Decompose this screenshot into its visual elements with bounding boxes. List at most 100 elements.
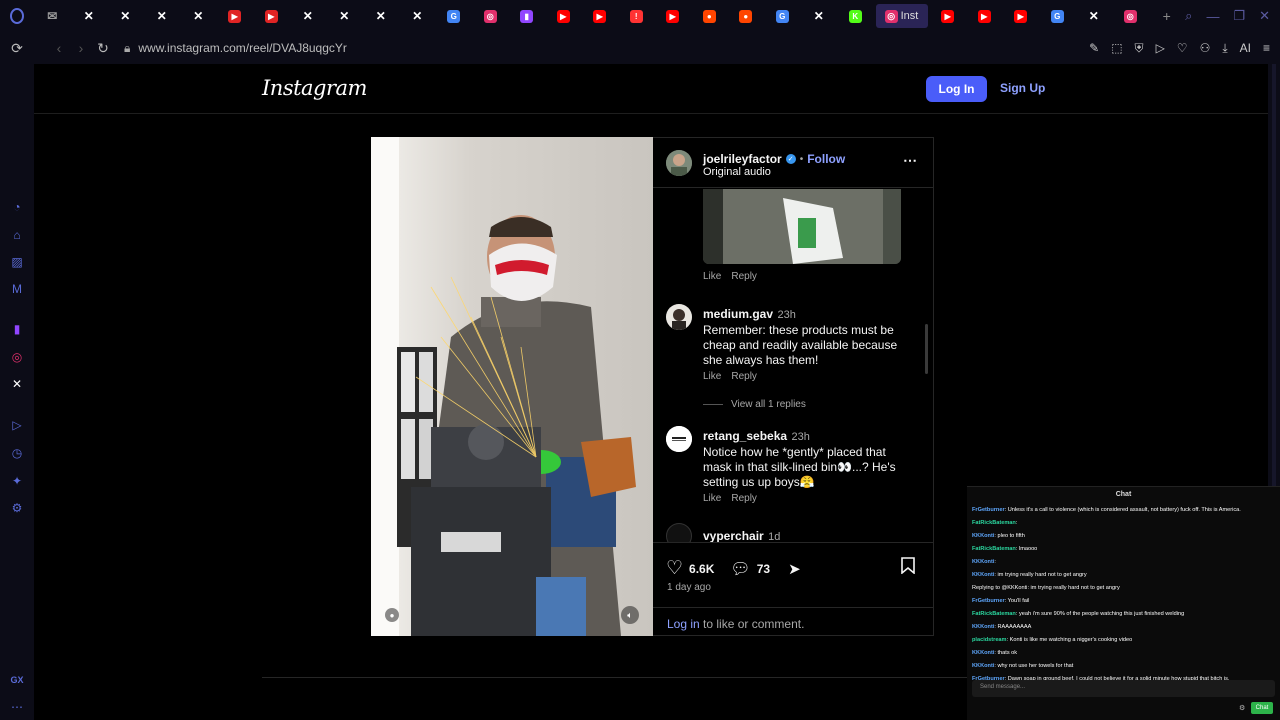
reply-comment-link[interactable]: Reply (731, 271, 757, 282)
volume-icon[interactable]: 🔈︎ (621, 606, 639, 624)
sync-icon[interactable]: ⟳ (6, 40, 28, 57)
gx-corner-icon[interactable]: ◔ (8, 198, 26, 216)
tab-b-2[interactable]: ▶ (1003, 0, 1040, 32)
search-tabs-icon[interactable]: ⌕ (1185, 8, 1192, 24)
settings-icon[interactable]: ⚙ (8, 499, 26, 517)
tab-b-5[interactable]: ◎ (1112, 0, 1149, 32)
comment-media[interactable] (703, 189, 901, 264)
reel-video[interactable]: ● 🔈︎ (371, 137, 653, 636)
play-icon[interactable]: ▷ (1156, 41, 1165, 55)
tab-b-4[interactable]: ✕ (1076, 0, 1113, 32)
chat-username[interactable]: KKKonti (972, 663, 994, 669)
maximize-icon[interactable]: ❐ (1233, 8, 1245, 24)
chat-username[interactable]: FatRickBateman (972, 611, 1016, 617)
save-icon[interactable] (901, 557, 915, 579)
account-icon[interactable]: ⚇ (1200, 41, 1211, 55)
user-tag-icon[interactable]: ● (385, 608, 399, 622)
extensions-icon[interactable]: ✦ (8, 472, 26, 490)
commenter-avatar[interactable] (666, 523, 692, 542)
follow-button[interactable]: Follow (807, 152, 845, 166)
chat-username[interactable]: KKKonti (972, 572, 994, 578)
tab-a-14[interactable]: ▶ (545, 0, 582, 32)
comment-username[interactable]: medium.gav (703, 307, 773, 321)
chat-settings-icon[interactable]: ⚙ (1239, 704, 1245, 712)
comment-username[interactable]: retang_sebeka (703, 429, 787, 443)
chat-username[interactable]: FrGetburner (972, 507, 1005, 513)
menu-icon[interactable]: ≡ (1263, 41, 1270, 55)
gx-label[interactable]: GX (8, 671, 26, 689)
commenter-avatar[interactable] (666, 426, 692, 452)
chat-username[interactable]: KKKonti (972, 650, 994, 656)
instagram-logo[interactable]: Instagram (262, 76, 367, 100)
tab-a-10[interactable]: ✕ (399, 0, 436, 32)
reply-comment-link[interactable]: Reply (731, 371, 757, 382)
view-replies-button[interactable]: View all 1 replies (703, 399, 806, 410)
author-avatar[interactable] (666, 150, 692, 176)
tab-a-13[interactable]: ▮ (509, 0, 546, 32)
like-comment-link[interactable]: Like (703, 271, 721, 282)
tab-a-18[interactable]: ● (691, 0, 728, 32)
tab-a-16[interactable]: ! (618, 0, 655, 32)
tab-a-19[interactable]: ● (728, 0, 765, 32)
reload-button[interactable]: ↻ (92, 40, 114, 57)
tab-a-0[interactable]: ✉ (34, 0, 71, 32)
comment-username[interactable]: vyperchair (703, 529, 764, 542)
signup-link[interactable]: Sign Up (1000, 81, 1045, 95)
tab-b-0[interactable]: ▶ (930, 0, 967, 32)
close-icon[interactable]: ✕ (1259, 8, 1270, 24)
tab-a-3[interactable]: ✕ (144, 0, 181, 32)
x-icon[interactable]: ✕ (8, 375, 26, 393)
reply-comment-link[interactable]: Reply (731, 493, 757, 504)
chat-username[interactable]: FatRickBateman (972, 520, 1016, 526)
pin-icon[interactable]: ✎ (1089, 41, 1099, 55)
chat-username[interactable]: KKKonti (972, 624, 994, 630)
chat-username[interactable]: KKKonti (972, 533, 994, 539)
mail-icon[interactable]: M (8, 280, 26, 298)
player-icon[interactable]: ▷ (8, 416, 26, 434)
chat-username[interactable]: KKKonti (972, 559, 994, 565)
history-icon[interactable]: ◷ (8, 444, 26, 462)
chat-send-button[interactable]: Chat (1251, 702, 1273, 714)
like-comment-link[interactable]: Like (703, 493, 721, 504)
tab-a-11[interactable]: G (436, 0, 473, 32)
tab-instagram-active[interactable]: ◎ Inst (875, 4, 928, 28)
like-icon[interactable]: ♡ (666, 557, 683, 580)
tab-a-9[interactable]: ✕ (363, 0, 400, 32)
tab-a-15[interactable]: ▶ (582, 0, 619, 32)
tab-a-8[interactable]: ✕ (326, 0, 363, 32)
new-tab-button[interactable]: + (1149, 0, 1186, 32)
opera-gx-logo-icon[interactable] (0, 0, 34, 32)
more-options-icon[interactable]: ⋯ (903, 152, 917, 169)
chat-username[interactable]: FrGetburner (972, 598, 1005, 604)
tab-a-1[interactable]: ✕ (71, 0, 108, 32)
back-button[interactable]: ‹ (48, 40, 70, 56)
tab-a-12[interactable]: ◎ (472, 0, 509, 32)
login-to-comment-link[interactable]: Log in (667, 617, 700, 631)
tab-a-5[interactable]: ▶ (217, 0, 254, 32)
original-audio-link[interactable]: Original audio (703, 166, 771, 178)
tab-a-22[interactable]: K (837, 0, 874, 32)
forward-button[interactable]: › (70, 40, 92, 56)
tab-a-21[interactable]: ✕ (801, 0, 838, 32)
minimize-icon[interactable]: — (1206, 9, 1219, 24)
download-icon[interactable]: ⤓ (1222, 41, 1227, 56)
tab-a-6[interactable]: ▶ (253, 0, 290, 32)
chat-username[interactable]: FatRickBateman (972, 546, 1016, 552)
tab-a-2[interactable]: ✕ (107, 0, 144, 32)
chat-username[interactable]: placidstream (972, 637, 1007, 643)
heart-icon[interactable]: ♡ (1177, 41, 1188, 55)
shield-icon[interactable]: ⛨ (1135, 41, 1144, 56)
commenter-avatar[interactable] (666, 304, 692, 330)
snapshot-icon[interactable]: ⬚ (1111, 41, 1122, 55)
gx-cleaner-icon[interactable]: ▨ (8, 253, 26, 271)
tab-b-1[interactable]: ▶ (966, 0, 1003, 32)
gx-control-icon[interactable]: ⌂ (8, 226, 26, 244)
comments-scrollbar[interactable] (925, 324, 928, 374)
tab-a-17[interactable]: ▶ (655, 0, 692, 32)
chat-username[interactable]: Replying to @KKKonti (972, 585, 1027, 591)
instagram-icon[interactable]: ◎ (8, 348, 26, 366)
like-comment-link[interactable]: Like (703, 371, 721, 382)
tab-a-20[interactable]: G (764, 0, 801, 32)
tab-a-7[interactable]: ✕ (290, 0, 327, 32)
share-icon[interactable]: ➤ (788, 560, 801, 578)
